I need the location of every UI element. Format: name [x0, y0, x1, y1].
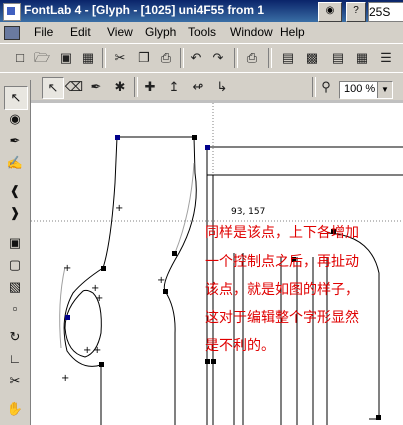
kerning-icon[interactable]: ▩ [302, 48, 322, 68]
title-bar: FontLab 4 - [Glyph - [1025] uni4F55 from… [0, 0, 403, 22]
annotation-line: 同样是该点，上下各增加 [205, 225, 359, 241]
knife-icon[interactable]: ✂ [4, 370, 26, 392]
node[interactable] [192, 135, 197, 140]
selected-node[interactable] [205, 145, 210, 150]
glyph-canvas[interactable]: + + + + + + + + 93, 157 同样是该点，上下各增加 一个控制… [31, 103, 403, 425]
hand-icon[interactable]: ✋ [4, 398, 26, 420]
node[interactable] [101, 266, 106, 271]
control-point[interactable]: + [115, 203, 123, 214]
node[interactable] [376, 415, 381, 420]
cut-icon[interactable]: ✂ [110, 48, 130, 68]
metrics-icon[interactable]: ▤ [278, 48, 298, 68]
control-handle [174, 162, 195, 254]
node-select-icon[interactable]: ▣ [4, 232, 26, 254]
annotation-line: 是不利的。 [205, 338, 275, 354]
zoom-value: 100 % [344, 83, 376, 95]
corner-node-icon[interactable]: ↳ [212, 77, 232, 97]
control-point[interactable]: + [61, 373, 69, 384]
control-point[interactable]: + [93, 345, 101, 356]
add-node-icon[interactable]: ✚ [140, 77, 160, 97]
transform-icon[interactable]: ▢ [4, 254, 26, 276]
save-all-icon[interactable]: ▦ [78, 48, 98, 68]
annotation-text: 同样是该点，上下各增加 一个控制点之后，再扯动 该点，就是如图的样子， 这对于编… [205, 225, 359, 354]
right-arrow-icon[interactable]: ❱ [4, 202, 26, 224]
window-title: FontLab 4 - [Glyph - [1025] uni4F55 from… [24, 3, 265, 17]
open-icon[interactable]: 🗁 [32, 48, 52, 68]
brush-icon[interactable]: ✒ [4, 130, 26, 152]
menu-window[interactable]: Window [230, 25, 273, 39]
taskbar-app-icon[interactable]: ◉ [318, 2, 342, 22]
menu-edit[interactable]: Edit [70, 25, 91, 39]
left-arrow-icon[interactable]: ❰ [4, 180, 26, 202]
menu-file[interactable]: File [34, 25, 53, 39]
magic-wand-icon[interactable]: ✱ [110, 77, 130, 97]
node[interactable] [172, 251, 177, 256]
menu-view[interactable]: View [107, 25, 133, 39]
toolbar-separator [102, 48, 106, 68]
coordinate-readout: 93, 157 [231, 207, 265, 217]
contour-icon[interactable]: ◉ [4, 108, 26, 130]
control-point[interactable]: + [95, 293, 103, 304]
redo-icon[interactable]: ↷ [208, 48, 228, 68]
control-point[interactable]: + [63, 263, 71, 274]
menu-bar: File Edit View Glyph Tools Window Help [0, 22, 403, 42]
node[interactable] [163, 289, 168, 294]
print-icon[interactable]: ⎙ [242, 48, 262, 68]
main-toolbar: □ 🗁 ▣ ▦ ✂ ❐ ⎙ ↶ ↷ ⎙ ▤ ▩ ▤ ▦ ☰ [0, 43, 403, 73]
skew-icon[interactable]: ▫ [4, 298, 26, 320]
menu-glyph[interactable]: Glyph [145, 25, 176, 39]
measure-icon[interactable]: ∟ [4, 348, 26, 370]
glyph-drawing[interactable]: + + + + + + + + 93, 157 同样是该点，上下各增加 一个控制… [31, 103, 403, 425]
selected-node[interactable] [115, 135, 120, 140]
font-info-icon[interactable]: ▤ [328, 48, 348, 68]
panel-icon[interactable]: ▦ [352, 48, 372, 68]
node[interactable] [211, 359, 216, 364]
document-icon[interactable] [4, 26, 20, 40]
new-icon[interactable]: □ [10, 48, 30, 68]
node[interactable] [99, 362, 104, 367]
undo-icon[interactable]: ↶ [186, 48, 206, 68]
help-icon[interactable]: ? [346, 2, 366, 22]
contour-path[interactable] [63, 136, 118, 425]
copy-icon[interactable]: ❐ [134, 48, 154, 68]
control-point[interactable]: + [157, 275, 165, 286]
pointer-icon[interactable]: ↖ [42, 77, 64, 99]
pen-icon[interactable]: ✒ [86, 77, 106, 97]
annotation-line: 这对于编辑整个字形显然 [205, 309, 359, 326]
save-icon[interactable]: ▣ [56, 48, 76, 68]
menu-help[interactable]: Help [280, 25, 305, 39]
menu-tools[interactable]: Tools [188, 25, 216, 39]
node[interactable] [205, 359, 210, 364]
list-icon[interactable]: ☰ [376, 48, 396, 68]
app-icon[interactable] [3, 3, 21, 21]
arrow-icon[interactable]: ↖ [4, 86, 28, 110]
paste-icon[interactable]: ⎙ [156, 48, 176, 68]
toolbar-separator [180, 48, 184, 68]
annotation-line: 该点，就是如图的样子， [205, 282, 359, 298]
annotation-line: 一个控制点之后，再扯动 [205, 254, 359, 270]
zoom-select[interactable]: 100 % ▼ [339, 81, 393, 99]
control-point[interactable]: + [83, 345, 91, 356]
adjacent-window-fragment[interactable]: 25S [368, 2, 403, 22]
adjacent-window-label: 25S [369, 5, 391, 19]
rotate-icon[interactable]: ↻ [4, 326, 26, 348]
eraser-icon[interactable]: ⌫ [64, 77, 84, 97]
smooth-node-icon[interactable]: ↫ [188, 77, 208, 97]
zoom-icon[interactable]: ⚲ [316, 77, 336, 97]
selected-node[interactable] [65, 315, 70, 320]
blend-icon[interactable]: ▧ [4, 276, 26, 298]
chevron-down-icon[interactable]: ▼ [377, 82, 392, 98]
tangent-node-icon[interactable]: ↥ [164, 77, 184, 97]
toolbar-separator [234, 48, 238, 68]
toolbar-separator [134, 77, 138, 97]
ruler-icon[interactable]: ✍ [4, 152, 26, 174]
toolbar-separator [268, 48, 272, 68]
left-toolbar: ↖ ◉ ✒ ✍ ❰ ❱ ▣ ▢ ▧ ▫ ↻ ∟ ✂ ✋ [0, 80, 31, 425]
